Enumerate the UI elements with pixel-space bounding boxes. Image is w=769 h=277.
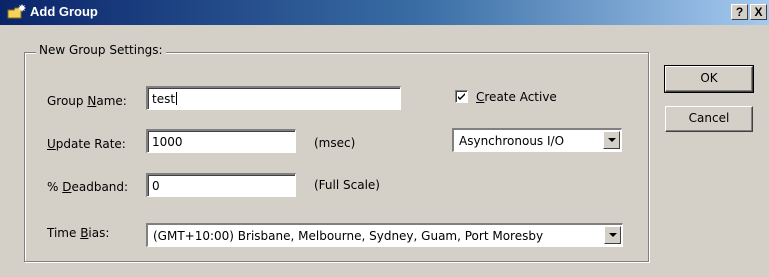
time-bias-value: (GMT+10:00) Brisbane, Melbourne, Sydney,…: [153, 229, 544, 243]
deadband-label: % Deadband:: [47, 180, 129, 194]
group-name-label: Group Name:: [47, 94, 127, 108]
add-group-icon: [7, 4, 27, 20]
create-active-checkbox[interactable]: [455, 90, 468, 103]
chevron-down-icon[interactable]: [603, 131, 620, 149]
group-settings-legend: New Group Settings:: [36, 43, 166, 57]
close-button[interactable]: X: [750, 4, 767, 20]
update-rate-unit: (msec): [314, 136, 356, 150]
deadband-unit: (Full Scale): [314, 178, 380, 192]
io-mode-select[interactable]: Asynchronous I/O: [452, 128, 622, 152]
time-bias-select[interactable]: (GMT+10:00) Brisbane, Melbourne, Sydney,…: [146, 223, 623, 247]
ok-button[interactable]: OK: [664, 65, 754, 93]
update-rate-label: Update Rate:: [47, 137, 126, 151]
cancel-button[interactable]: Cancel: [665, 106, 753, 132]
window-title: Add Group: [30, 4, 98, 19]
help-button[interactable]: ?: [731, 4, 748, 20]
title-bar[interactable]: Add Group ? X: [0, 0, 769, 25]
deadband-input[interactable]: 0: [146, 173, 296, 197]
io-mode-value: Asynchronous I/O: [459, 134, 565, 148]
checkmark-icon: [458, 93, 465, 100]
time-bias-label: Time Bias:: [47, 226, 110, 240]
create-active-label[interactable]: Create Active: [476, 90, 557, 104]
update-rate-input[interactable]: 1000: [146, 129, 296, 153]
group-name-input[interactable]: test: [146, 86, 401, 110]
chevron-down-icon[interactable]: [604, 226, 621, 244]
